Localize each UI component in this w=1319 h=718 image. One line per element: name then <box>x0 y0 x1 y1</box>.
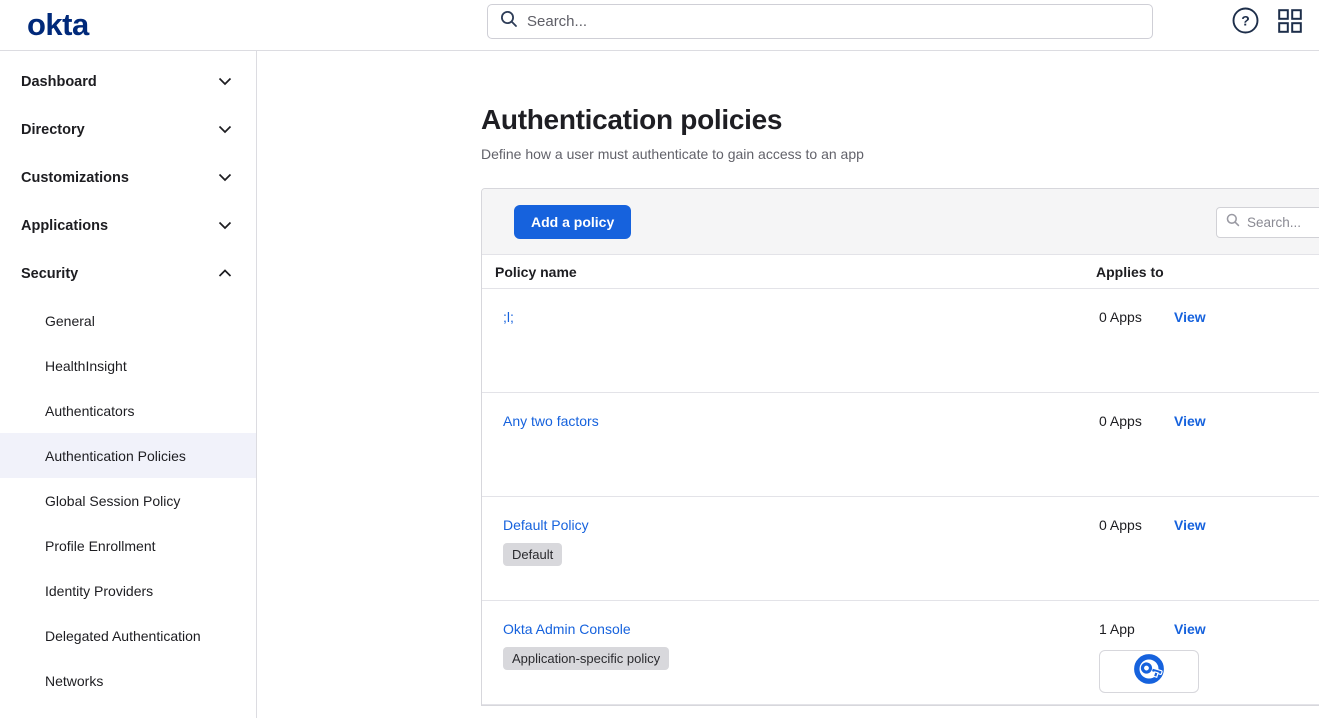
policies-toolbar: Add a policy <box>482 189 1319 255</box>
policy-name-link[interactable]: Any two factors <box>503 413 599 429</box>
policy-name-link[interactable]: Okta Admin Console <box>503 621 631 637</box>
sidebar-item-customizations[interactable]: Customizations <box>0 154 256 202</box>
sidebar-item-healthinsight[interactable]: HealthInsight <box>0 343 256 388</box>
chevron-up-icon <box>218 265 232 283</box>
search-icon <box>500 10 518 33</box>
table-row: Okta Admin Console Application-specific … <box>482 601 1319 705</box>
sidebar-item-delegated-authentication[interactable]: Delegated Authentication <box>0 613 256 658</box>
sidebar-item-dashboard[interactable]: Dashboard <box>0 58 256 106</box>
apps-count: 0 Apps <box>1099 413 1142 429</box>
sidebar-item-label: Security <box>21 266 78 282</box>
okta-admin-key-icon <box>1133 653 1165 690</box>
okta-logo[interactable]: okta <box>27 7 89 43</box>
page-title: Authentication policies <box>481 104 1319 136</box>
app-icon-card[interactable] <box>1099 650 1199 693</box>
policy-search-input[interactable] <box>1247 208 1319 237</box>
help-icon[interactable]: ? <box>1232 7 1259 39</box>
sidebar-item-general[interactable]: General <box>0 298 256 343</box>
sidebar-item-profile-enrollment[interactable]: Profile Enrollment <box>0 523 256 568</box>
table-header: Policy name Applies to <box>482 255 1319 289</box>
apps-count: 1 App <box>1099 621 1135 637</box>
chevron-down-icon <box>218 217 232 235</box>
policies-panel: Add a policy Policy name Applies to ;l; … <box>481 188 1319 706</box>
sidebar-item-global-session-policy[interactable]: Global Session Policy <box>0 478 256 523</box>
sidebar-item-networks[interactable]: Networks <box>0 658 256 703</box>
sidebar-item-identity-providers[interactable]: Identity Providers <box>0 568 256 613</box>
column-header-applies-to: Applies to <box>1096 264 1164 280</box>
column-header-policy-name: Policy name <box>495 264 577 280</box>
policy-search[interactable] <box>1216 207 1319 238</box>
policy-name-link[interactable]: ;l; <box>503 309 514 325</box>
view-link[interactable]: View <box>1174 621 1206 637</box>
sidebar-item-label: Dashboard <box>21 74 97 90</box>
sidebar-item-authenticators[interactable]: Authenticators <box>0 388 256 433</box>
table-row: Default Policy Default 0 Apps View <box>482 497 1319 601</box>
add-policy-button[interactable]: Add a policy <box>514 205 631 239</box>
sidebar-item-label: Directory <box>21 122 85 138</box>
view-link[interactable]: View <box>1174 413 1206 429</box>
sidebar-item-label: Applications <box>21 218 108 234</box>
chevron-down-icon <box>218 169 232 187</box>
chevron-down-icon <box>218 73 232 91</box>
sidebar: Dashboard Directory Customizations Appli… <box>0 51 257 718</box>
main-content: Authentication policies Define how a use… <box>257 51 1319 718</box>
page-subtitle: Define how a user must authenticate to g… <box>481 146 1319 162</box>
search-icon <box>1226 213 1240 232</box>
chevron-down-icon <box>218 121 232 139</box>
table-row: ;l; 0 Apps View <box>482 289 1319 393</box>
global-search[interactable] <box>487 4 1153 39</box>
global-search-input[interactable] <box>527 5 1152 38</box>
sidebar-item-directory[interactable]: Directory <box>0 106 256 154</box>
security-submenu: General HealthInsight Authenticators Aut… <box>0 298 256 703</box>
policy-name-link[interactable]: Default Policy <box>503 517 589 533</box>
table-row: Any two factors 0 Apps View <box>482 393 1319 497</box>
sidebar-item-security[interactable]: Security <box>0 250 256 298</box>
view-link[interactable]: View <box>1174 517 1206 533</box>
sidebar-item-applications[interactable]: Applications <box>0 202 256 250</box>
apps-grid-icon[interactable] <box>1278 9 1302 38</box>
sidebar-item-label: Customizations <box>21 170 129 186</box>
policy-badge: Default <box>503 543 562 566</box>
apps-count: 0 Apps <box>1099 517 1142 533</box>
svg-text:?: ? <box>1241 13 1250 29</box>
view-link[interactable]: View <box>1174 309 1206 325</box>
sidebar-item-authentication-policies[interactable]: Authentication Policies <box>0 433 256 478</box>
policy-badge: Application-specific policy <box>503 647 669 670</box>
topbar: okta ? <box>0 0 1319 51</box>
apps-count: 0 Apps <box>1099 309 1142 325</box>
